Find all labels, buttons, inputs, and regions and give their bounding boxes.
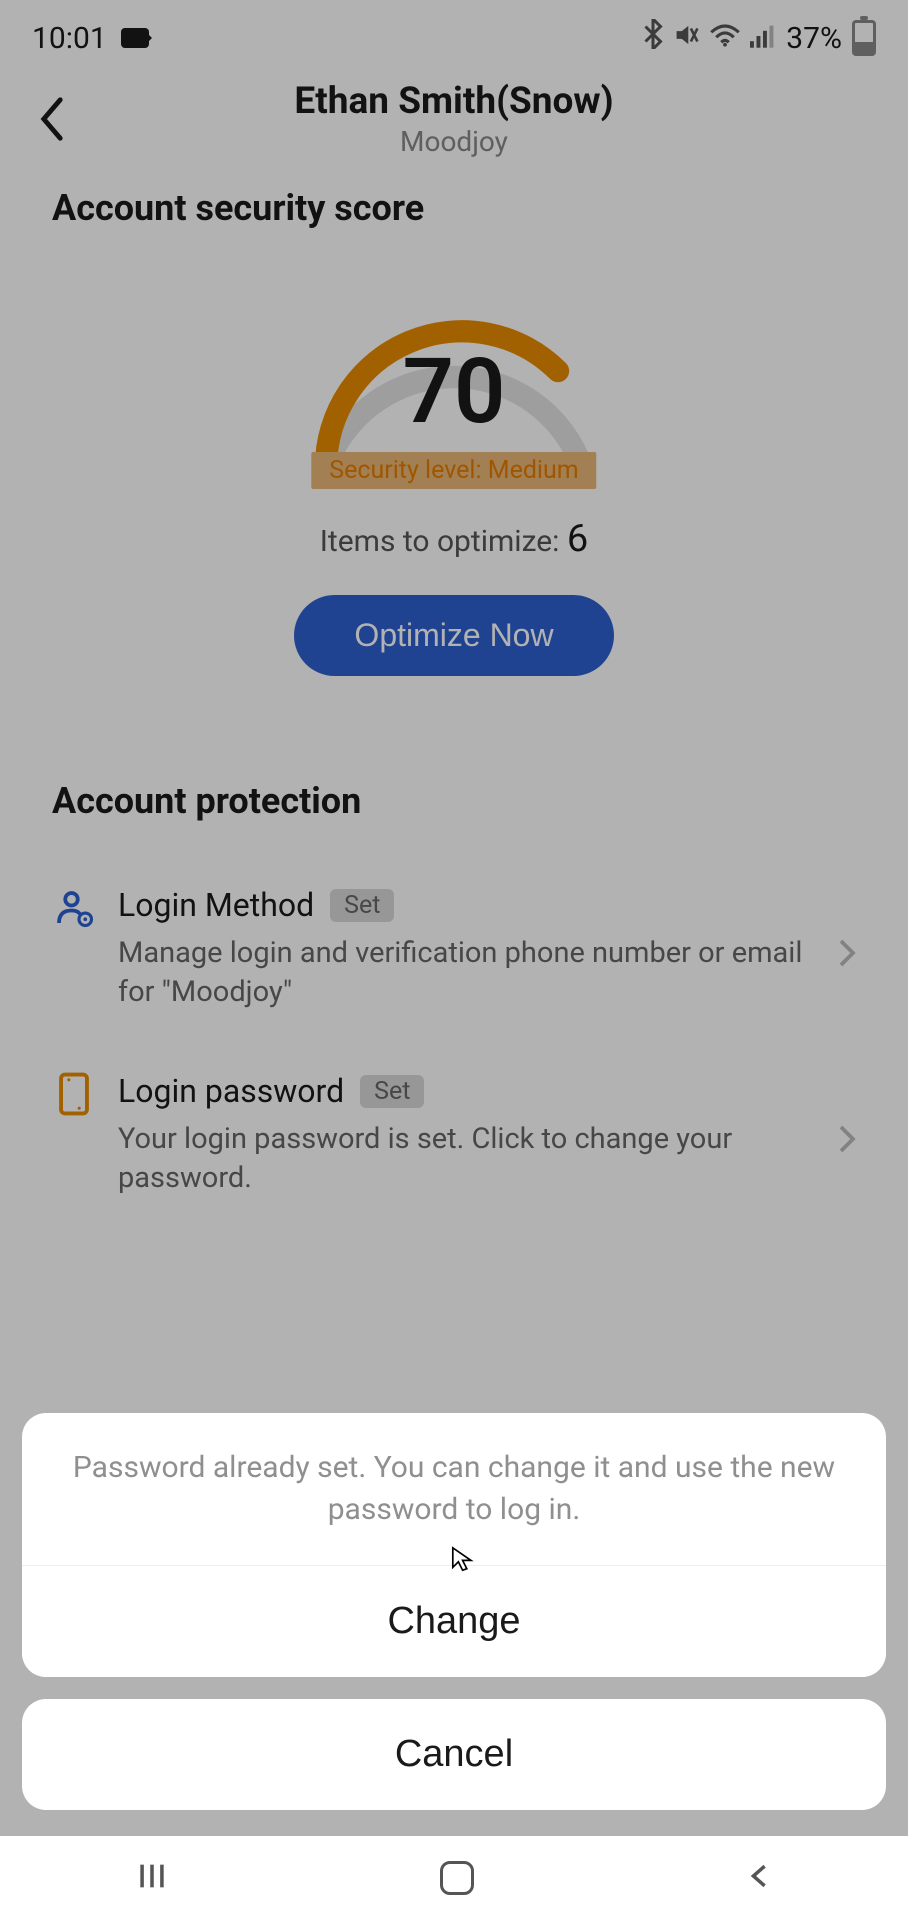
android-nav-bar bbox=[0, 1836, 908, 1920]
recents-button[interactable] bbox=[135, 1859, 169, 1897]
dialog-message: Password already set. You can change it … bbox=[22, 1413, 886, 1566]
action-sheet: Password already set. You can change it … bbox=[22, 1413, 886, 1810]
change-button[interactable]: Change bbox=[22, 1566, 886, 1677]
cancel-button[interactable]: Cancel bbox=[22, 1699, 886, 1810]
nav-back-button[interactable] bbox=[745, 1862, 773, 1894]
home-button[interactable] bbox=[440, 1861, 474, 1895]
